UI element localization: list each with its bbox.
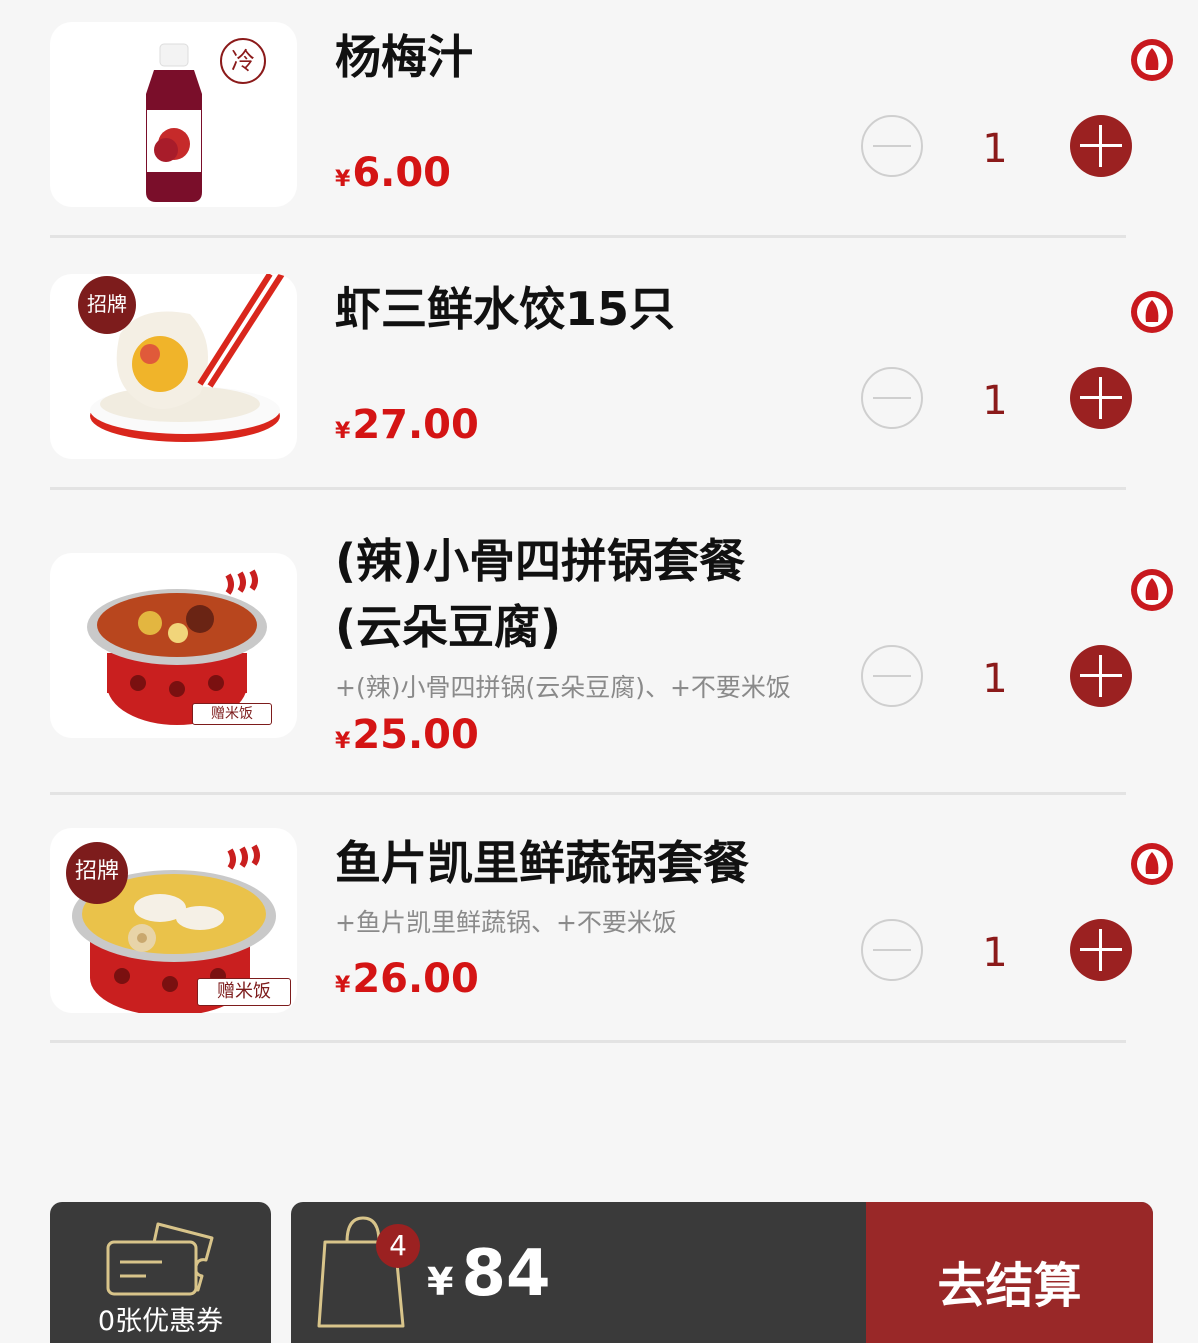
decrease-button[interactable] (861, 115, 923, 177)
coupon-card-icon (106, 1222, 214, 1296)
item-title: 鱼片凯里鲜蔬锅套餐 (335, 836, 749, 890)
cart-item: 招牌 赠米饭 鱼片凯里鲜蔬锅套餐 +鱼片凯里鲜蔬锅、+不要米饭 ¥26.00 1 (50, 828, 1173, 1043)
increase-button[interactable] (1070, 367, 1132, 429)
item-price: ¥25.00 (335, 712, 479, 758)
product-image: 招牌 赠米饭 (50, 828, 297, 1013)
decrease-button[interactable] (861, 919, 923, 981)
item-quantity: 1 (982, 126, 1008, 172)
item-title-line2: (云朵豆腐) (335, 600, 562, 654)
item-price: ¥6.00 (335, 150, 452, 196)
item-quantity: 1 (982, 930, 1008, 976)
decrease-button[interactable] (861, 367, 923, 429)
item-options: +鱼片凯里鲜蔬锅、+不要米饭 (335, 908, 677, 937)
brand-logo-icon (1131, 291, 1173, 333)
brand-logo-icon (1131, 39, 1173, 81)
decrease-button[interactable] (861, 645, 923, 707)
signature-badge: 招牌 (78, 276, 136, 334)
product-image: 招牌 (50, 274, 297, 459)
cart-item: 招牌 虾三鲜水饺15只 ¥27.00 1 (50, 274, 1173, 490)
product-image: 赠米饭 (50, 553, 297, 738)
cart-item: 赠米饭 (辣)小骨四拼锅套餐 (云朵豆腐) +(辣)小骨四拼锅(云朵豆腐)、+不… (50, 526, 1173, 795)
item-options: +(辣)小骨四拼锅(云朵豆腐)、+不要米饭 (335, 673, 791, 702)
increase-button[interactable] (1070, 645, 1132, 707)
cart-count-badge: 4 (376, 1224, 420, 1268)
cart-item: 冷 杨梅汁 ¥6.00 1 (50, 22, 1173, 238)
signature-badge: 招牌 (66, 842, 128, 904)
brand-logo-icon (1131, 843, 1173, 885)
item-quantity: 1 (982, 656, 1008, 702)
item-price: ¥27.00 (335, 402, 479, 448)
cart-bar: 4 ¥84 去结算 (291, 1202, 1153, 1343)
coupon-button[interactable]: 0张优惠券 (50, 1202, 271, 1343)
item-title: (辣)小骨四拼锅套餐 (335, 534, 746, 588)
increase-button[interactable] (1070, 115, 1132, 177)
cold-badge: 冷 (220, 38, 266, 84)
cart-total: ¥84 (427, 1237, 551, 1311)
product-image: 冷 (50, 22, 297, 207)
increase-button[interactable] (1070, 919, 1132, 981)
coupon-count: 0张优惠券 (97, 1306, 224, 1337)
checkout-button[interactable]: 去结算 (866, 1202, 1153, 1343)
item-title: 虾三鲜水饺15只 (335, 282, 676, 336)
item-price: ¥26.00 (335, 956, 479, 1002)
item-title: 杨梅汁 (335, 30, 473, 84)
brand-logo-icon (1131, 569, 1173, 611)
free-rice-tag: 赠米饭 (192, 703, 272, 725)
item-quantity: 1 (982, 378, 1008, 424)
free-rice-tag: 赠米饭 (197, 978, 291, 1006)
